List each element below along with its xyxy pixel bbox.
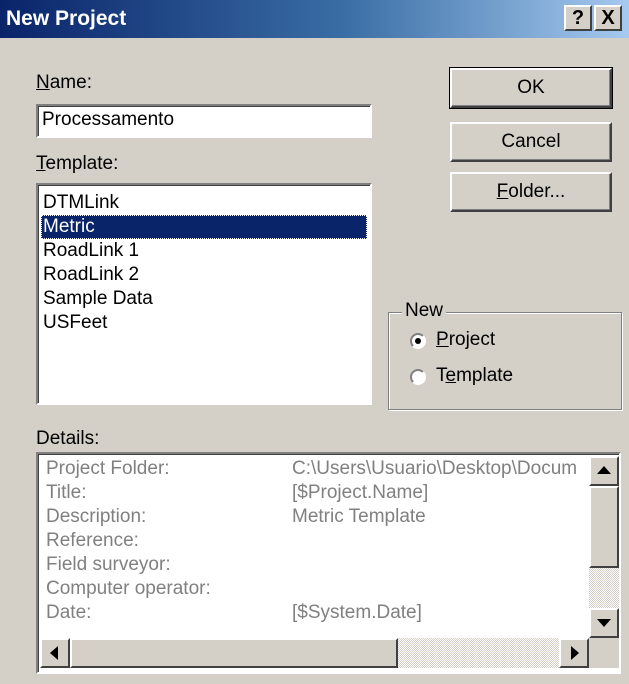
template-label: Template: [36, 153, 119, 174]
name-input-box[interactable] [36, 104, 372, 138]
template-item-roadlink-1[interactable]: RoadLink 1 [41, 239, 367, 263]
details-label: Details: [36, 428, 100, 449]
details-box: Project Folder: C:\Users\Usuario\Desktop\… [36, 452, 621, 674]
name-input[interactable] [42, 109, 362, 131]
window-title: New Project [6, 7, 127, 30]
arrow-up-icon [597, 466, 611, 474]
arrow-right-icon [571, 646, 579, 660]
arrow-down-icon [597, 619, 611, 627]
radio-template[interactable] [410, 369, 426, 385]
radio-template-label[interactable]: Template [436, 365, 513, 387]
template-item-dtmlink[interactable]: DTMLink [41, 191, 367, 215]
horizontal-scroll-thumb[interactable] [70, 638, 398, 668]
scroll-corner [589, 638, 619, 668]
close-button[interactable]: X [594, 5, 622, 31]
scroll-left-button[interactable] [40, 638, 70, 668]
arrow-left-icon [50, 646, 58, 660]
new-group-title: New [402, 300, 447, 322]
name-label: Name: [36, 72, 92, 93]
template-list[interactable]: DTMLink Metric RoadLink 1 RoadLink 2 Sam… [36, 183, 372, 405]
radio-project-label[interactable]: Project [436, 329, 495, 351]
new-groupbox [388, 312, 622, 410]
scroll-down-button[interactable] [589, 608, 619, 638]
vertical-scroll-thumb[interactable] [589, 486, 619, 568]
template-item-usfeet[interactable]: USFeet [41, 311, 367, 335]
details-content: Project Folder: C:\Users\Usuario\Desktop\… [46, 458, 578, 623]
template-item-roadlink-2[interactable]: RoadLink 2 [41, 263, 367, 287]
folder-button[interactable]: Folder... [450, 172, 612, 212]
help-button[interactable]: ? [564, 5, 592, 31]
scroll-right-button[interactable] [559, 638, 589, 668]
cancel-button[interactable]: Cancel [450, 122, 612, 162]
template-item-sample-data[interactable]: Sample Data [41, 287, 367, 311]
name-label-rest: ame: [49, 72, 92, 93]
radio-selected-dot [415, 338, 421, 344]
scroll-up-button[interactable] [589, 456, 619, 486]
template-item-metric[interactable]: Metric [41, 215, 367, 239]
radio-project[interactable] [410, 333, 426, 349]
ok-button[interactable]: OK [449, 67, 613, 109]
title-bar: New Project ? X [0, 0, 629, 38]
